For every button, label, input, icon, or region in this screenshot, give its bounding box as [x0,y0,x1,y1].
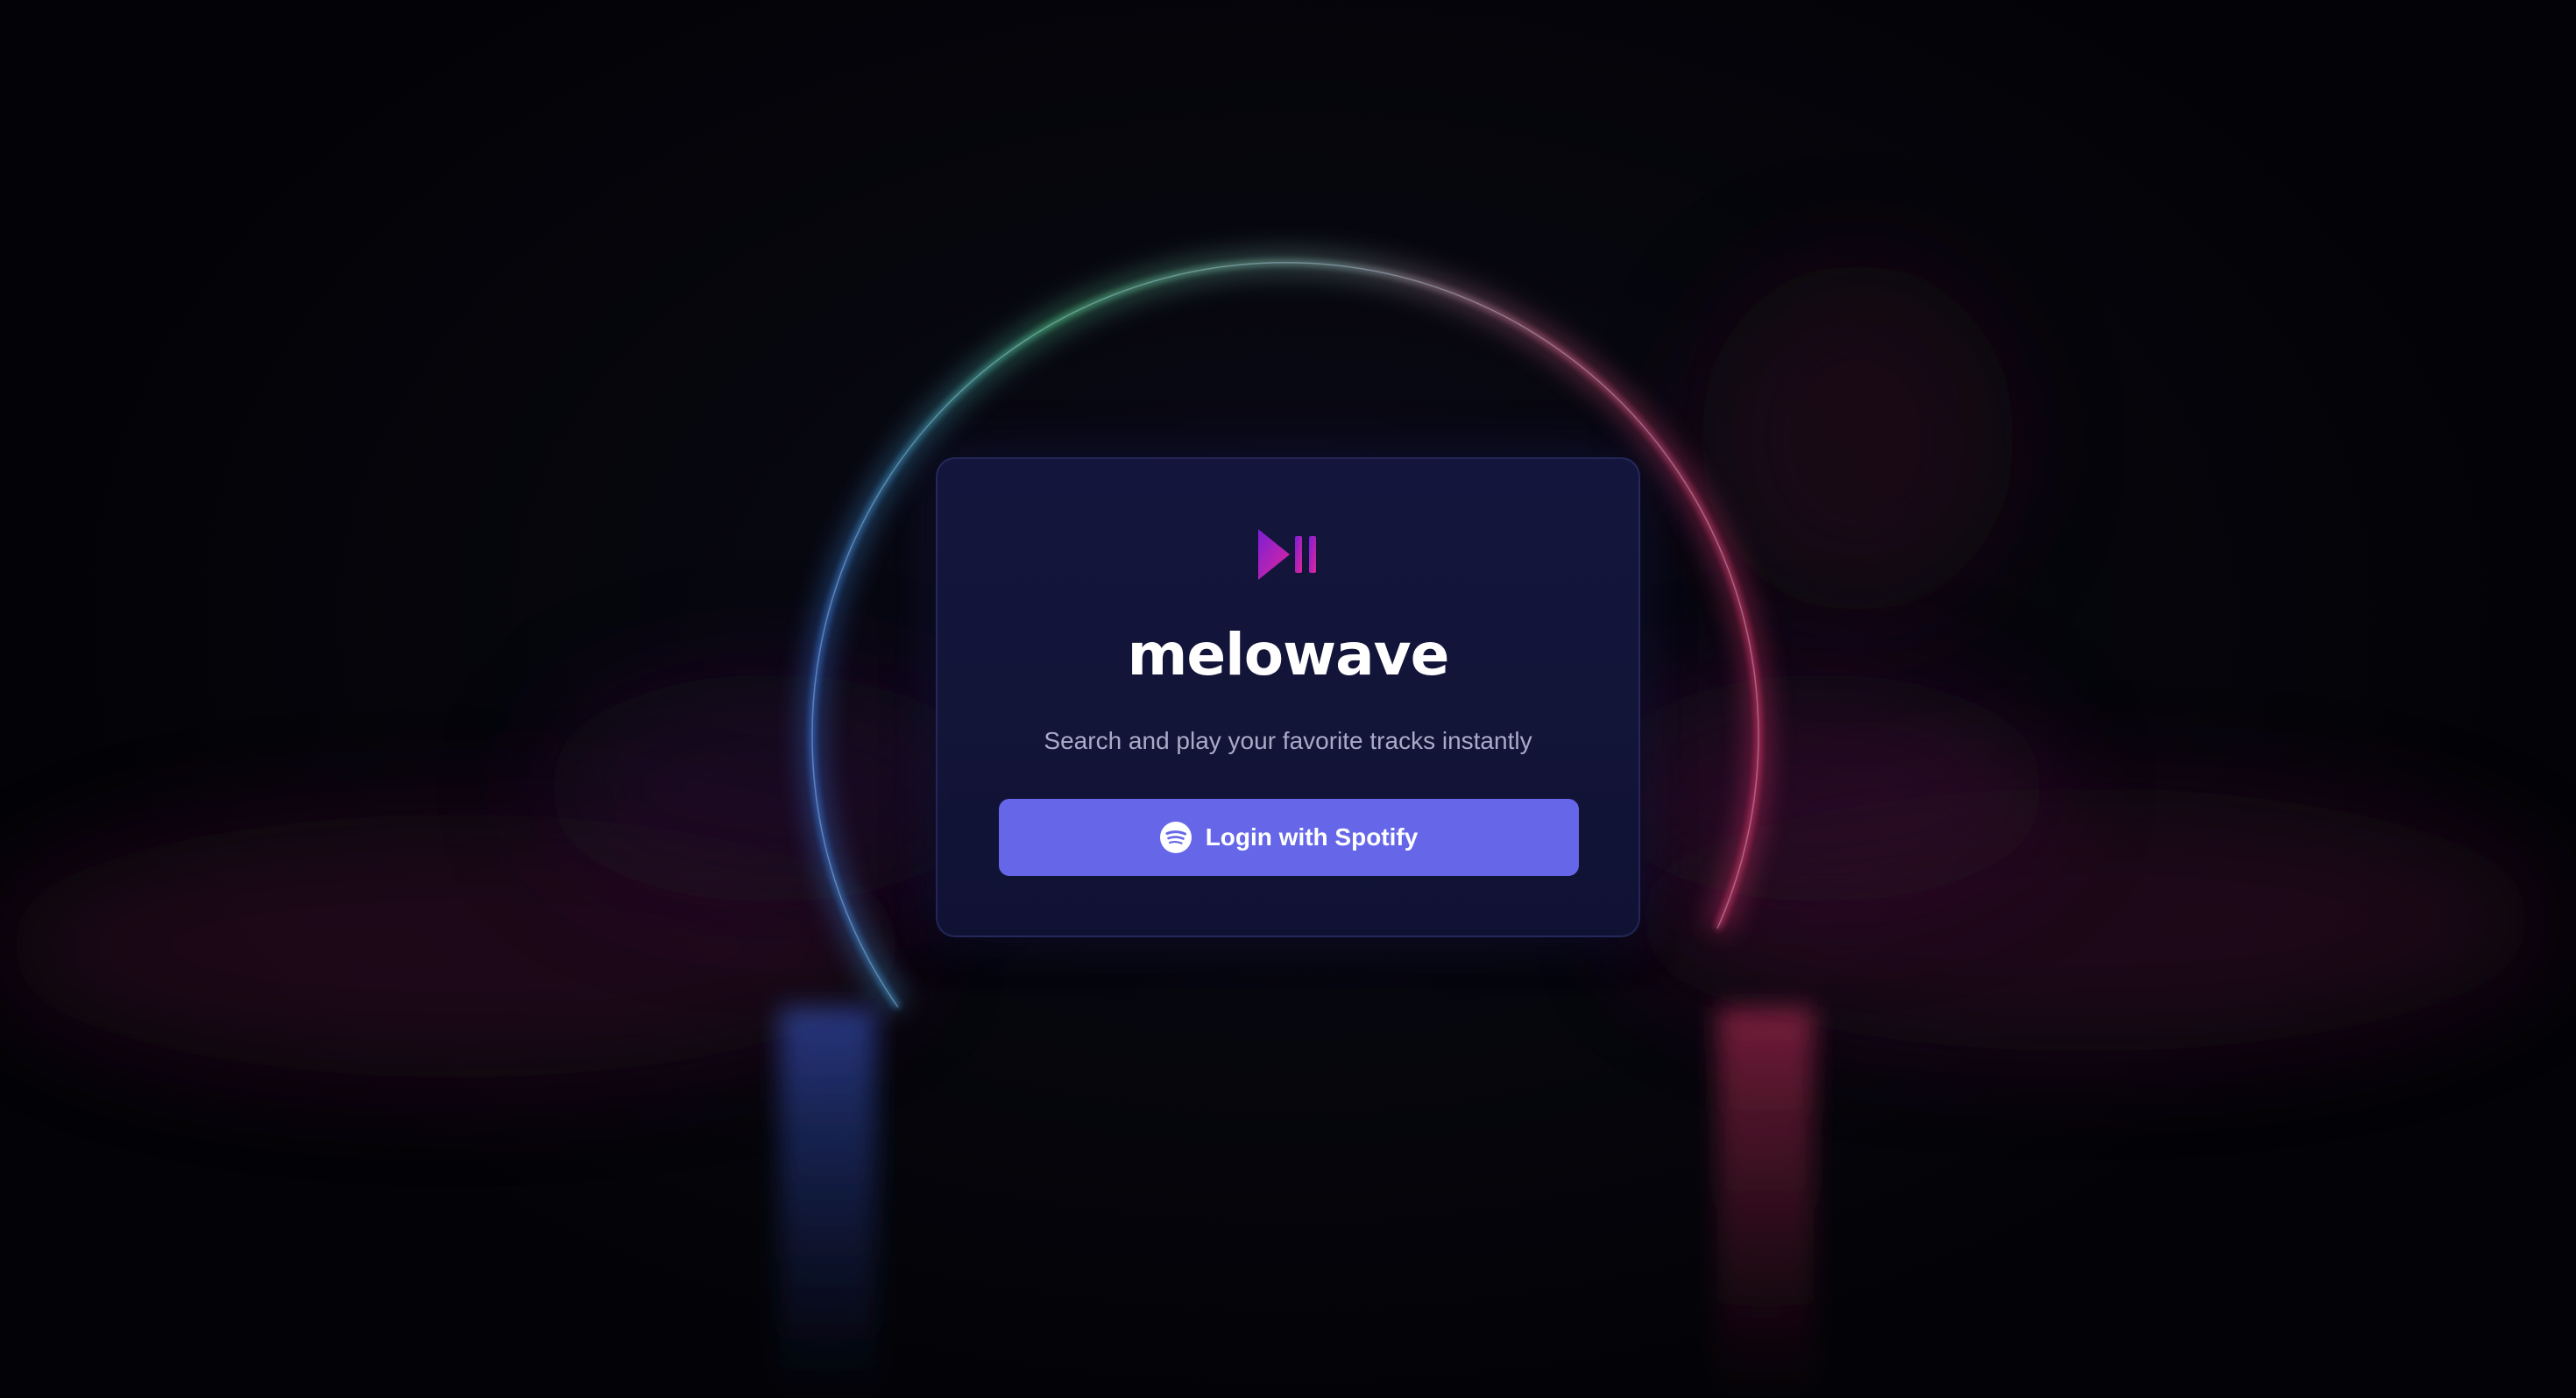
login-card: melowave Search and play your favorite t… [936,457,1640,937]
login-screen: melowave Search and play your favorite t… [0,0,2576,1398]
login-with-spotify-button[interactable]: Login with Spotify [999,799,1579,876]
play-pause-icon [1258,529,1316,580]
app-title: melowave [1127,621,1450,688]
spotify-icon [1159,822,1192,853]
login-button-label: Login with Spotify [1205,823,1419,851]
app-tagline: Search and play your favorite tracks ins… [1044,727,1532,754]
